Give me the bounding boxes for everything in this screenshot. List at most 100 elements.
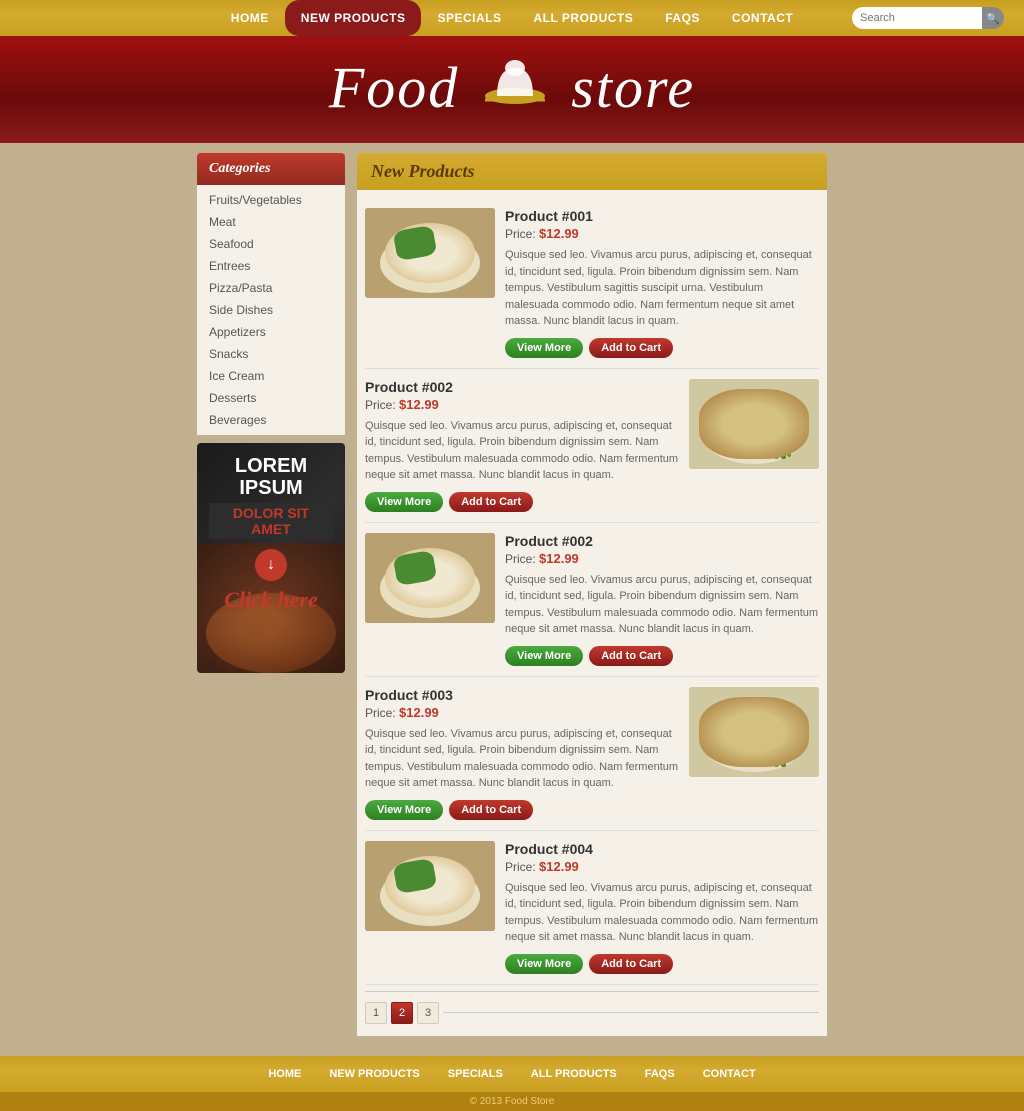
view-more-button-1[interactable]: View More: [505, 338, 583, 358]
footer-nav-specials[interactable]: SPECIALS: [434, 1068, 517, 1080]
product-image-3: [365, 533, 495, 623]
category-entrees[interactable]: Entrees: [197, 255, 345, 277]
category-desserts[interactable]: Desserts: [197, 387, 345, 409]
product-image-5: [365, 841, 495, 931]
view-more-button-4[interactable]: View More: [365, 800, 443, 820]
search-input[interactable]: [852, 7, 982, 29]
ad-amet: AMET: [251, 521, 291, 537]
view-more-button-5[interactable]: View More: [505, 954, 583, 974]
product-desc-4: Quisque sed leo. Vivamus arcu purus, adi…: [365, 726, 679, 792]
category-ice-cream[interactable]: Ice Cream: [197, 365, 345, 387]
nav-faqs[interactable]: FAQS: [649, 0, 716, 36]
footer-nav-contact[interactable]: CONTACT: [689, 1068, 770, 1080]
category-side-dishes[interactable]: Side Dishes: [197, 299, 345, 321]
category-fruits-vegetables[interactable]: Fruits/Vegetables: [197, 189, 345, 211]
category-appetizers[interactable]: Appetizers: [197, 321, 345, 343]
category-snacks[interactable]: Snacks: [197, 343, 345, 365]
product-image-2: [689, 379, 819, 469]
chef-hat-icon: [475, 58, 555, 118]
view-more-button-3[interactable]: View More: [505, 646, 583, 666]
page-2-button[interactable]: 2: [391, 1002, 413, 1024]
product-title-3: Product #002: [505, 533, 819, 549]
nav-all-products[interactable]: ALL PRODUCTS: [517, 0, 649, 36]
main-content: New Products: [357, 153, 827, 1036]
page-3-button[interactable]: 3: [417, 1002, 439, 1024]
category-meat[interactable]: Meat: [197, 211, 345, 233]
category-seafood[interactable]: Seafood: [197, 233, 345, 255]
product-info-3: Product #002 Price: $12.99 Quisque sed l…: [505, 533, 819, 666]
pagination-line: [443, 1012, 819, 1013]
main-container: Categories Fruits/Vegetables Meat Seafoo…: [0, 143, 1024, 1056]
product-price-4: Price: $12.99: [365, 705, 679, 720]
footer-nav-new-products[interactable]: NEW PRODUCTS: [315, 1068, 433, 1080]
nav-specials[interactable]: SPECIALS: [421, 0, 517, 36]
product-title-2: Product #002: [365, 379, 679, 395]
pagination: 1 2 3: [365, 991, 819, 1028]
nav-contact[interactable]: CONTACT: [716, 0, 809, 36]
sidebar: Categories Fruits/Vegetables Meat Seafoo…: [197, 153, 345, 1036]
product-buttons-1: View More Add to Cart: [505, 338, 819, 358]
product-row: Product #003 Price: $12.99 Quisque sed l…: [365, 677, 819, 831]
ad-arrow-icon: ↓: [255, 549, 287, 581]
category-beverages[interactable]: Beverages: [197, 409, 345, 431]
product-row: Product #001 Price: $12.99 Quisque sed l…: [365, 198, 819, 369]
add-to-cart-button-5[interactable]: Add to Cart: [589, 954, 673, 974]
add-to-cart-button-1[interactable]: Add to Cart: [589, 338, 673, 358]
product-buttons-4: View More Add to Cart: [365, 800, 679, 820]
product-price-5: Price: $12.99: [505, 859, 819, 874]
footer-navigation: HOME NEW PRODUCTS SPECIALS ALL PRODUCTS …: [0, 1056, 1024, 1092]
product-desc-5: Quisque sed leo. Vivamus arcu purus, adi…: [505, 880, 819, 946]
add-to-cart-button-2[interactable]: Add to Cart: [449, 492, 533, 512]
site-title: Food store: [0, 54, 1024, 121]
product-title-5: Product #004: [505, 841, 819, 857]
products-area: Product #001 Price: $12.99 Quisque sed l…: [357, 190, 827, 1036]
sidebar-title: Categories: [197, 153, 345, 185]
category-pizza-pasta[interactable]: Pizza/Pasta: [197, 277, 345, 299]
section-header: New Products: [357, 153, 827, 190]
title-food: Food: [329, 54, 459, 121]
footer-nav-home[interactable]: HOME: [254, 1068, 315, 1080]
product-image-1: [365, 208, 495, 298]
product-row: Product #002 Price: $12.99 Quisque sed l…: [365, 523, 819, 677]
content-wrapper: Categories Fruits/Vegetables Meat Seafoo…: [197, 153, 827, 1036]
product-desc-1: Quisque sed leo. Vivamus arcu purus, adi…: [505, 247, 819, 330]
product-buttons-2: View More Add to Cart: [365, 492, 679, 512]
add-to-cart-button-3[interactable]: Add to Cart: [589, 646, 673, 666]
product-info-1: Product #001 Price: $12.99 Quisque sed l…: [505, 208, 819, 358]
page-1-button[interactable]: 1: [365, 1002, 387, 1024]
site-header: Food store: [0, 36, 1024, 143]
sidebar-categories: Categories Fruits/Vegetables Meat Seafoo…: [197, 153, 345, 435]
product-title-1: Product #001: [505, 208, 819, 224]
ad-text-dolor: DOLOR SIT AMET: [209, 503, 333, 539]
ad-sit: SIT: [287, 505, 309, 521]
product-info-5: Product #004 Price: $12.99 Quisque sed l…: [505, 841, 819, 974]
ad-click-here[interactable]: Click here: [209, 587, 333, 613]
footer-copyright: © 2013 Food Store: [0, 1092, 1024, 1111]
product-price-1: Price: $12.99: [505, 226, 819, 241]
title-store: store: [571, 54, 695, 121]
ad-banner[interactable]: LOREM IPSUM DOLOR SIT AMET ↓ Click here: [197, 443, 345, 673]
nav-new-products[interactable]: NEW PRODUCTS: [285, 0, 422, 36]
nav-home[interactable]: HOME: [215, 0, 285, 36]
product-title-4: Product #003: [365, 687, 679, 703]
product-price-2: Price: $12.99: [365, 397, 679, 412]
product-desc-3: Quisque sed leo. Vivamus arcu purus, adi…: [505, 572, 819, 638]
footer-nav-faqs[interactable]: FAQS: [631, 1068, 689, 1080]
search-box: 🔍: [852, 7, 1004, 29]
section-title: New Products: [371, 161, 475, 181]
product-row: Product #004 Price: $12.99 Quisque sed l…: [365, 831, 819, 985]
product-info-4: Product #003 Price: $12.99 Quisque sed l…: [365, 687, 679, 820]
ad-text-lorem: LOREM IPSUM: [209, 455, 333, 499]
product-buttons-5: View More Add to Cart: [505, 954, 819, 974]
copyright-text: © 2013 Food Store: [470, 1096, 555, 1107]
view-more-button-2[interactable]: View More: [365, 492, 443, 512]
product-price-3: Price: $12.99: [505, 551, 819, 566]
add-to-cart-button-4[interactable]: Add to Cart: [449, 800, 533, 820]
product-buttons-3: View More Add to Cart: [505, 646, 819, 666]
product-row: Product #002 Price: $12.99 Quisque sed l…: [365, 369, 819, 523]
top-navigation: HOME NEW PRODUCTS SPECIALS ALL PRODUCTS …: [0, 0, 1024, 36]
footer-nav-all-products[interactable]: ALL PRODUCTS: [517, 1068, 631, 1080]
search-button[interactable]: 🔍: [982, 7, 1004, 29]
product-info-2: Product #002 Price: $12.99 Quisque sed l…: [365, 379, 679, 512]
ad-dolor: DOLOR: [233, 505, 284, 521]
